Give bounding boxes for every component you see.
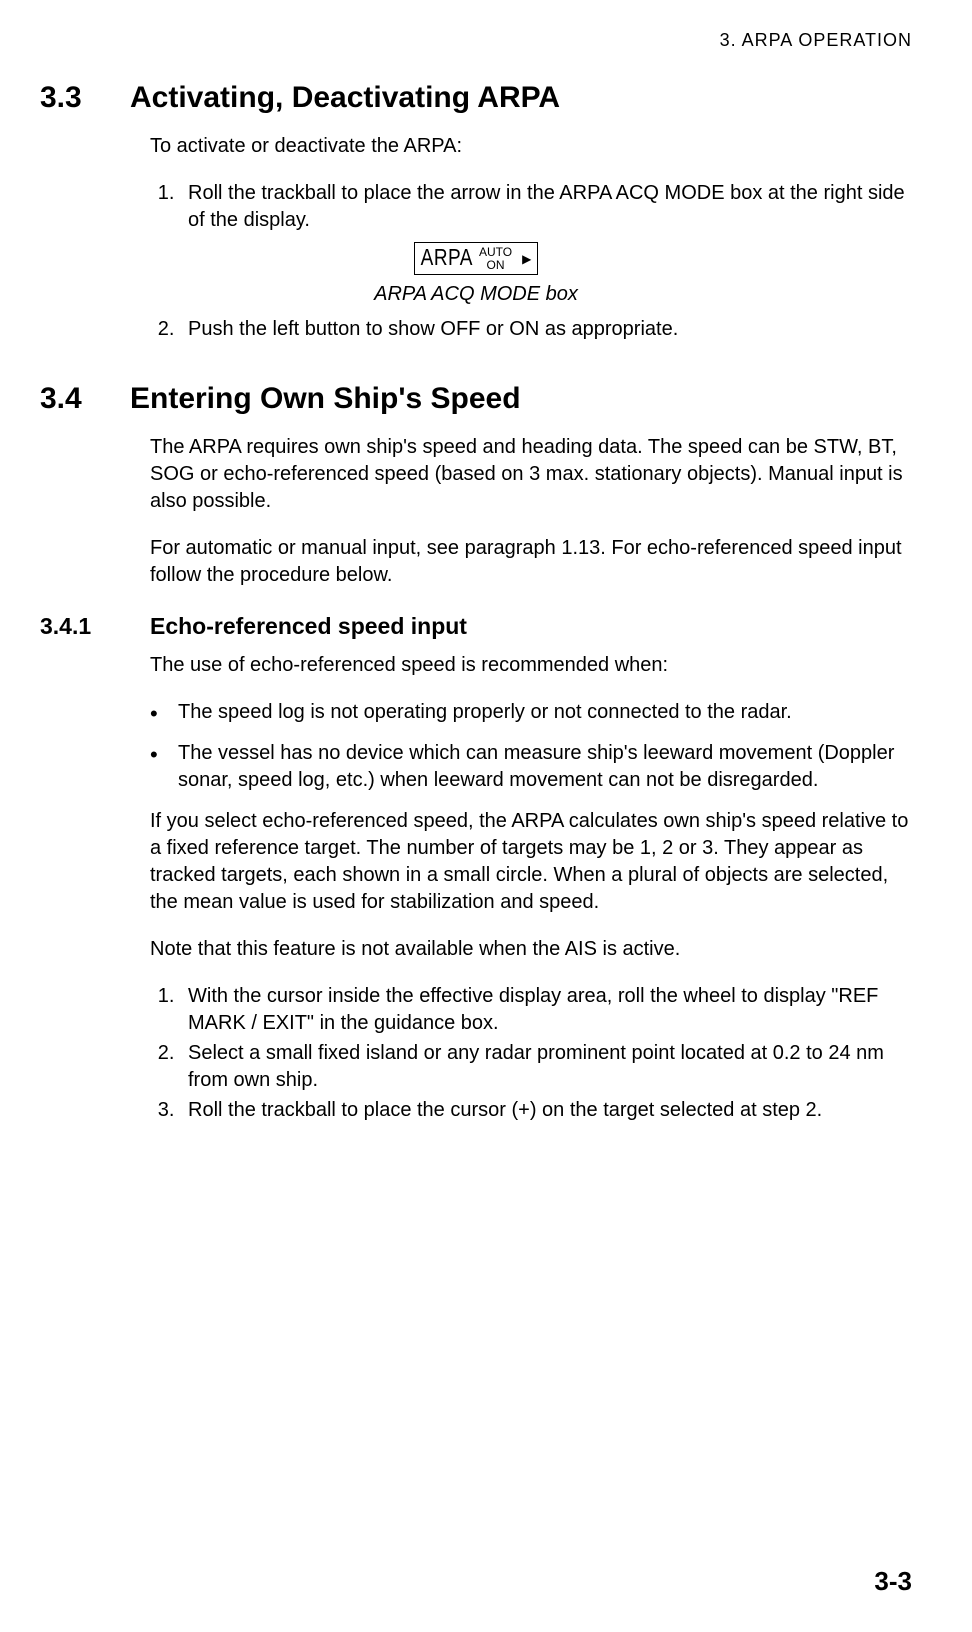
body-paragraph: Note that this feature is not available … xyxy=(150,936,912,963)
bullet-list: The speed log is not operating properly … xyxy=(150,699,912,794)
arpa-acq-mode-box: ARPA AUTO ON ▶ xyxy=(414,242,539,275)
arpa-line2: ON xyxy=(479,259,512,272)
list-item: With the cursor inside the effective dis… xyxy=(180,983,912,1037)
arpa-line1: AUTO xyxy=(479,246,512,259)
body-paragraph: For automatic or manual input, see parag… xyxy=(150,535,912,589)
subsection-title: Echo-referenced speed input xyxy=(150,613,467,640)
list-item: Roll the trackball to place the cursor (… xyxy=(180,1097,912,1124)
list-item: Roll the trackball to place the arrow in… xyxy=(180,180,912,234)
right-arrow-icon: ▶ xyxy=(522,252,531,266)
section-title: Activating, Deactivating ARPA xyxy=(130,81,560,115)
section-number: 3.4 xyxy=(40,382,130,416)
steps-list-3-3: Roll the trackball to place the arrow in… xyxy=(150,180,912,234)
figure-arpa-box: ARPA AUTO ON ▶ ARPA ACQ MODE box xyxy=(40,242,912,306)
list-item: Select a small fixed island or any radar… xyxy=(180,1040,912,1094)
arpa-mode-stack: AUTO ON xyxy=(479,246,512,271)
list-item: Push the left button to show OFF or ON a… xyxy=(180,316,912,343)
section-number: 3.3 xyxy=(40,81,130,115)
body-paragraph: The ARPA requires own ship's speed and h… xyxy=(150,434,912,515)
section-title: Entering Own Ship's Speed xyxy=(130,382,521,416)
section-heading-3-3: 3.3 Activating, Deactivating ARPA xyxy=(40,81,912,115)
list-item: The vessel has no device which can measu… xyxy=(150,740,912,794)
section-heading-3-4: 3.4 Entering Own Ship's Speed xyxy=(40,382,912,416)
figure-caption: ARPA ACQ MODE box xyxy=(40,283,912,306)
steps-list-3-4-1: With the cursor inside the effective dis… xyxy=(150,983,912,1124)
subsection-heading-3-4-1: 3.4.1 Echo-referenced speed input xyxy=(40,613,912,640)
body-paragraph: If you select echo-referenced speed, the… xyxy=(150,808,912,916)
subsection-number: 3.4.1 xyxy=(40,613,150,640)
list-item: The speed log is not operating properly … xyxy=(150,699,912,726)
intro-text: The use of echo-referenced speed is reco… xyxy=(150,652,912,679)
page-number: 3-3 xyxy=(874,1566,912,1597)
arpa-label: ARPA xyxy=(421,245,473,271)
chapter-header: 3. ARPA OPERATION xyxy=(40,30,912,51)
intro-text: To activate or deactivate the ARPA: xyxy=(150,133,912,160)
steps-list-3-3-cont: Push the left button to show OFF or ON a… xyxy=(150,316,912,343)
